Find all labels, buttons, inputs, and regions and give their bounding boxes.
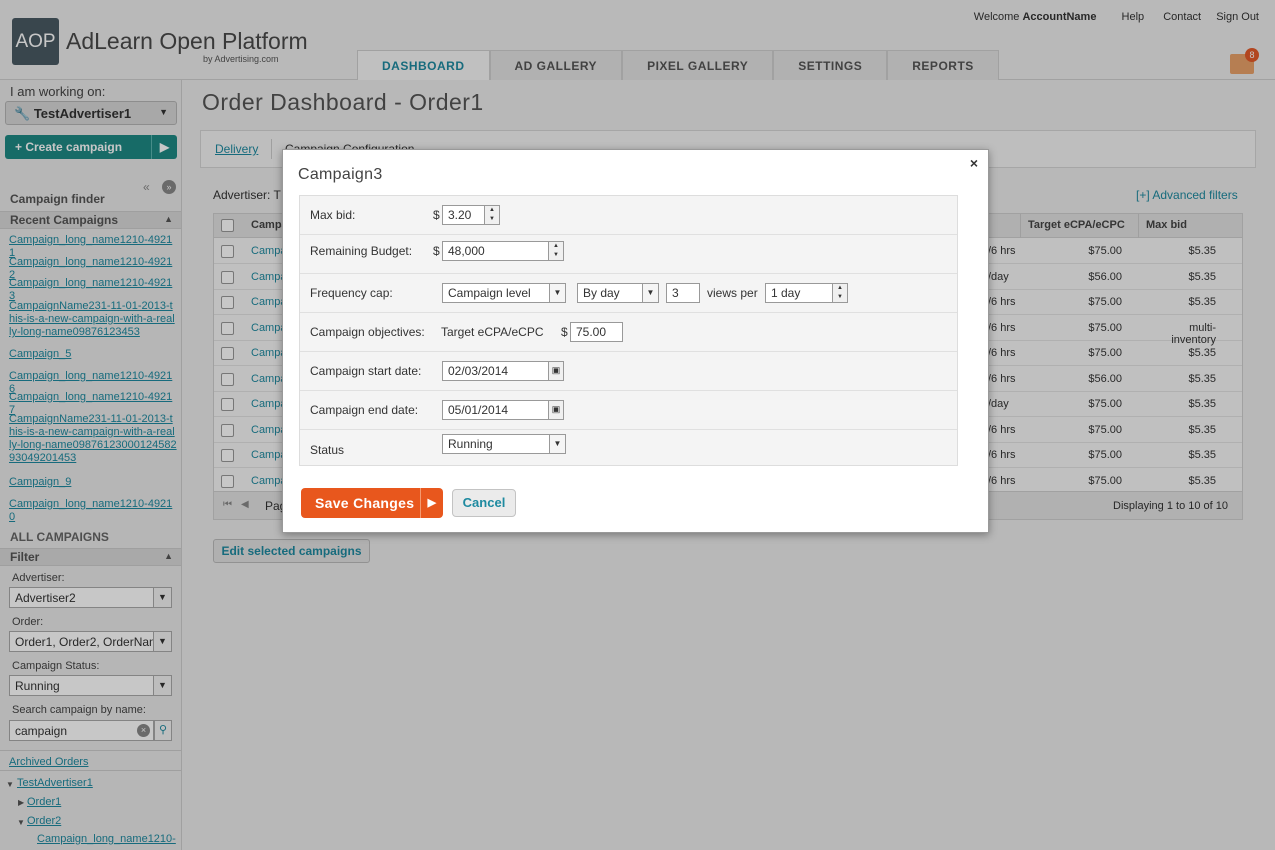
max-bid-label: Max bid: <box>310 208 356 222</box>
end-date-row: Campaign end date: 05/01/2014 ▣ <box>300 391 957 430</box>
status-select[interactable]: Running ▼ <box>442 434 566 454</box>
status-row: Status Running ▼ <box>300 430 957 467</box>
objectives-value: 75.00 <box>576 325 607 339</box>
start-date-input[interactable]: 02/03/2014 ▣ <box>442 361 564 381</box>
max-bid-row: Max bid: $ 3.20 ▲ ▼ <box>300 196 957 235</box>
currency-symbol: $ <box>433 208 440 222</box>
start-date-row: Campaign start date: 02/03/2014 ▣ <box>300 352 957 391</box>
campaign-edit-modal: Campaign3 × Max bid: $ 3.20 ▲ ▼ Remaining… <box>282 149 989 533</box>
calendar-icon[interactable]: ▣ <box>548 401 563 419</box>
frequency-period-value: By day <box>583 286 620 300</box>
chevron-down-icon: ▼ <box>642 284 658 302</box>
calendar-icon[interactable]: ▣ <box>548 362 563 380</box>
max-bid-value: 3.20 <box>448 208 472 222</box>
budget-label: Remaining Budget: <box>310 244 413 258</box>
budget-value: 48,000 <box>448 244 485 258</box>
chevron-down-icon: ▼ <box>549 284 565 302</box>
spinner-icon[interactable]: ▲ ▼ <box>548 242 563 260</box>
status-value: Running <box>448 437 493 451</box>
frequency-views-value: 3 <box>672 286 679 300</box>
spinner-icon[interactable]: ▲ ▼ <box>832 284 847 302</box>
frequency-level-select[interactable]: Campaign level ▼ <box>442 283 566 303</box>
cancel-button[interactable]: Cancel <box>452 489 516 517</box>
objectives-type: Target eCPA/eCPC <box>441 325 544 339</box>
start-date-value: 02/03/2014 <box>448 364 509 378</box>
frequency-window-value: 1 day <box>771 286 801 300</box>
chevron-down-icon: ▼ <box>549 435 565 453</box>
frequency-views-input[interactable]: 3 <box>666 283 700 303</box>
caret-right-icon[interactable]: ▶ <box>420 488 443 518</box>
save-changes-label: Save Changes <box>315 495 415 511</box>
end-date-input[interactable]: 05/01/2014 ▣ <box>442 400 564 420</box>
views-per-label: views per <box>707 286 758 300</box>
budget-row: Remaining Budget: $ 48,000 ▲ ▼ <box>300 235 957 274</box>
status-label: Status <box>310 443 345 457</box>
save-changes-button[interactable]: Save Changes ▶ <box>301 488 443 518</box>
start-date-label: Campaign start date: <box>310 364 422 378</box>
frequency-period-select[interactable]: By day ▼ <box>577 283 659 303</box>
frequency-window-input[interactable]: 1 day ▲ ▼ <box>765 283 848 303</box>
frequency-cap-row: Frequency cap: Campaign level ▼ By day ▼… <box>300 274 957 313</box>
objectives-row: Campaign objectives: Target eCPA/eCPC $ … <box>300 313 957 352</box>
spinner-icon[interactable]: ▲ ▼ <box>484 206 499 224</box>
frequency-level-value: Campaign level <box>448 286 531 300</box>
end-date-label: Campaign end date: <box>310 403 419 417</box>
max-bid-input[interactable]: 3.20 ▲ ▼ <box>442 205 500 225</box>
modal-title: Campaign3 <box>298 166 383 183</box>
currency-symbol: $ <box>561 325 568 339</box>
campaign-form: Max bid: $ 3.20 ▲ ▼ Remaining Budget: $ 4… <box>299 195 958 466</box>
frequency-cap-label: Frequency cap: <box>310 286 393 300</box>
end-date-value: 05/01/2014 <box>448 403 509 417</box>
objectives-label: Campaign objectives: <box>310 325 425 339</box>
objectives-value-input[interactable]: 75.00 <box>570 322 623 342</box>
close-icon[interactable]: × <box>970 155 978 171</box>
budget-input[interactable]: 48,000 ▲ ▼ <box>442 241 564 261</box>
currency-symbol: $ <box>433 244 440 258</box>
